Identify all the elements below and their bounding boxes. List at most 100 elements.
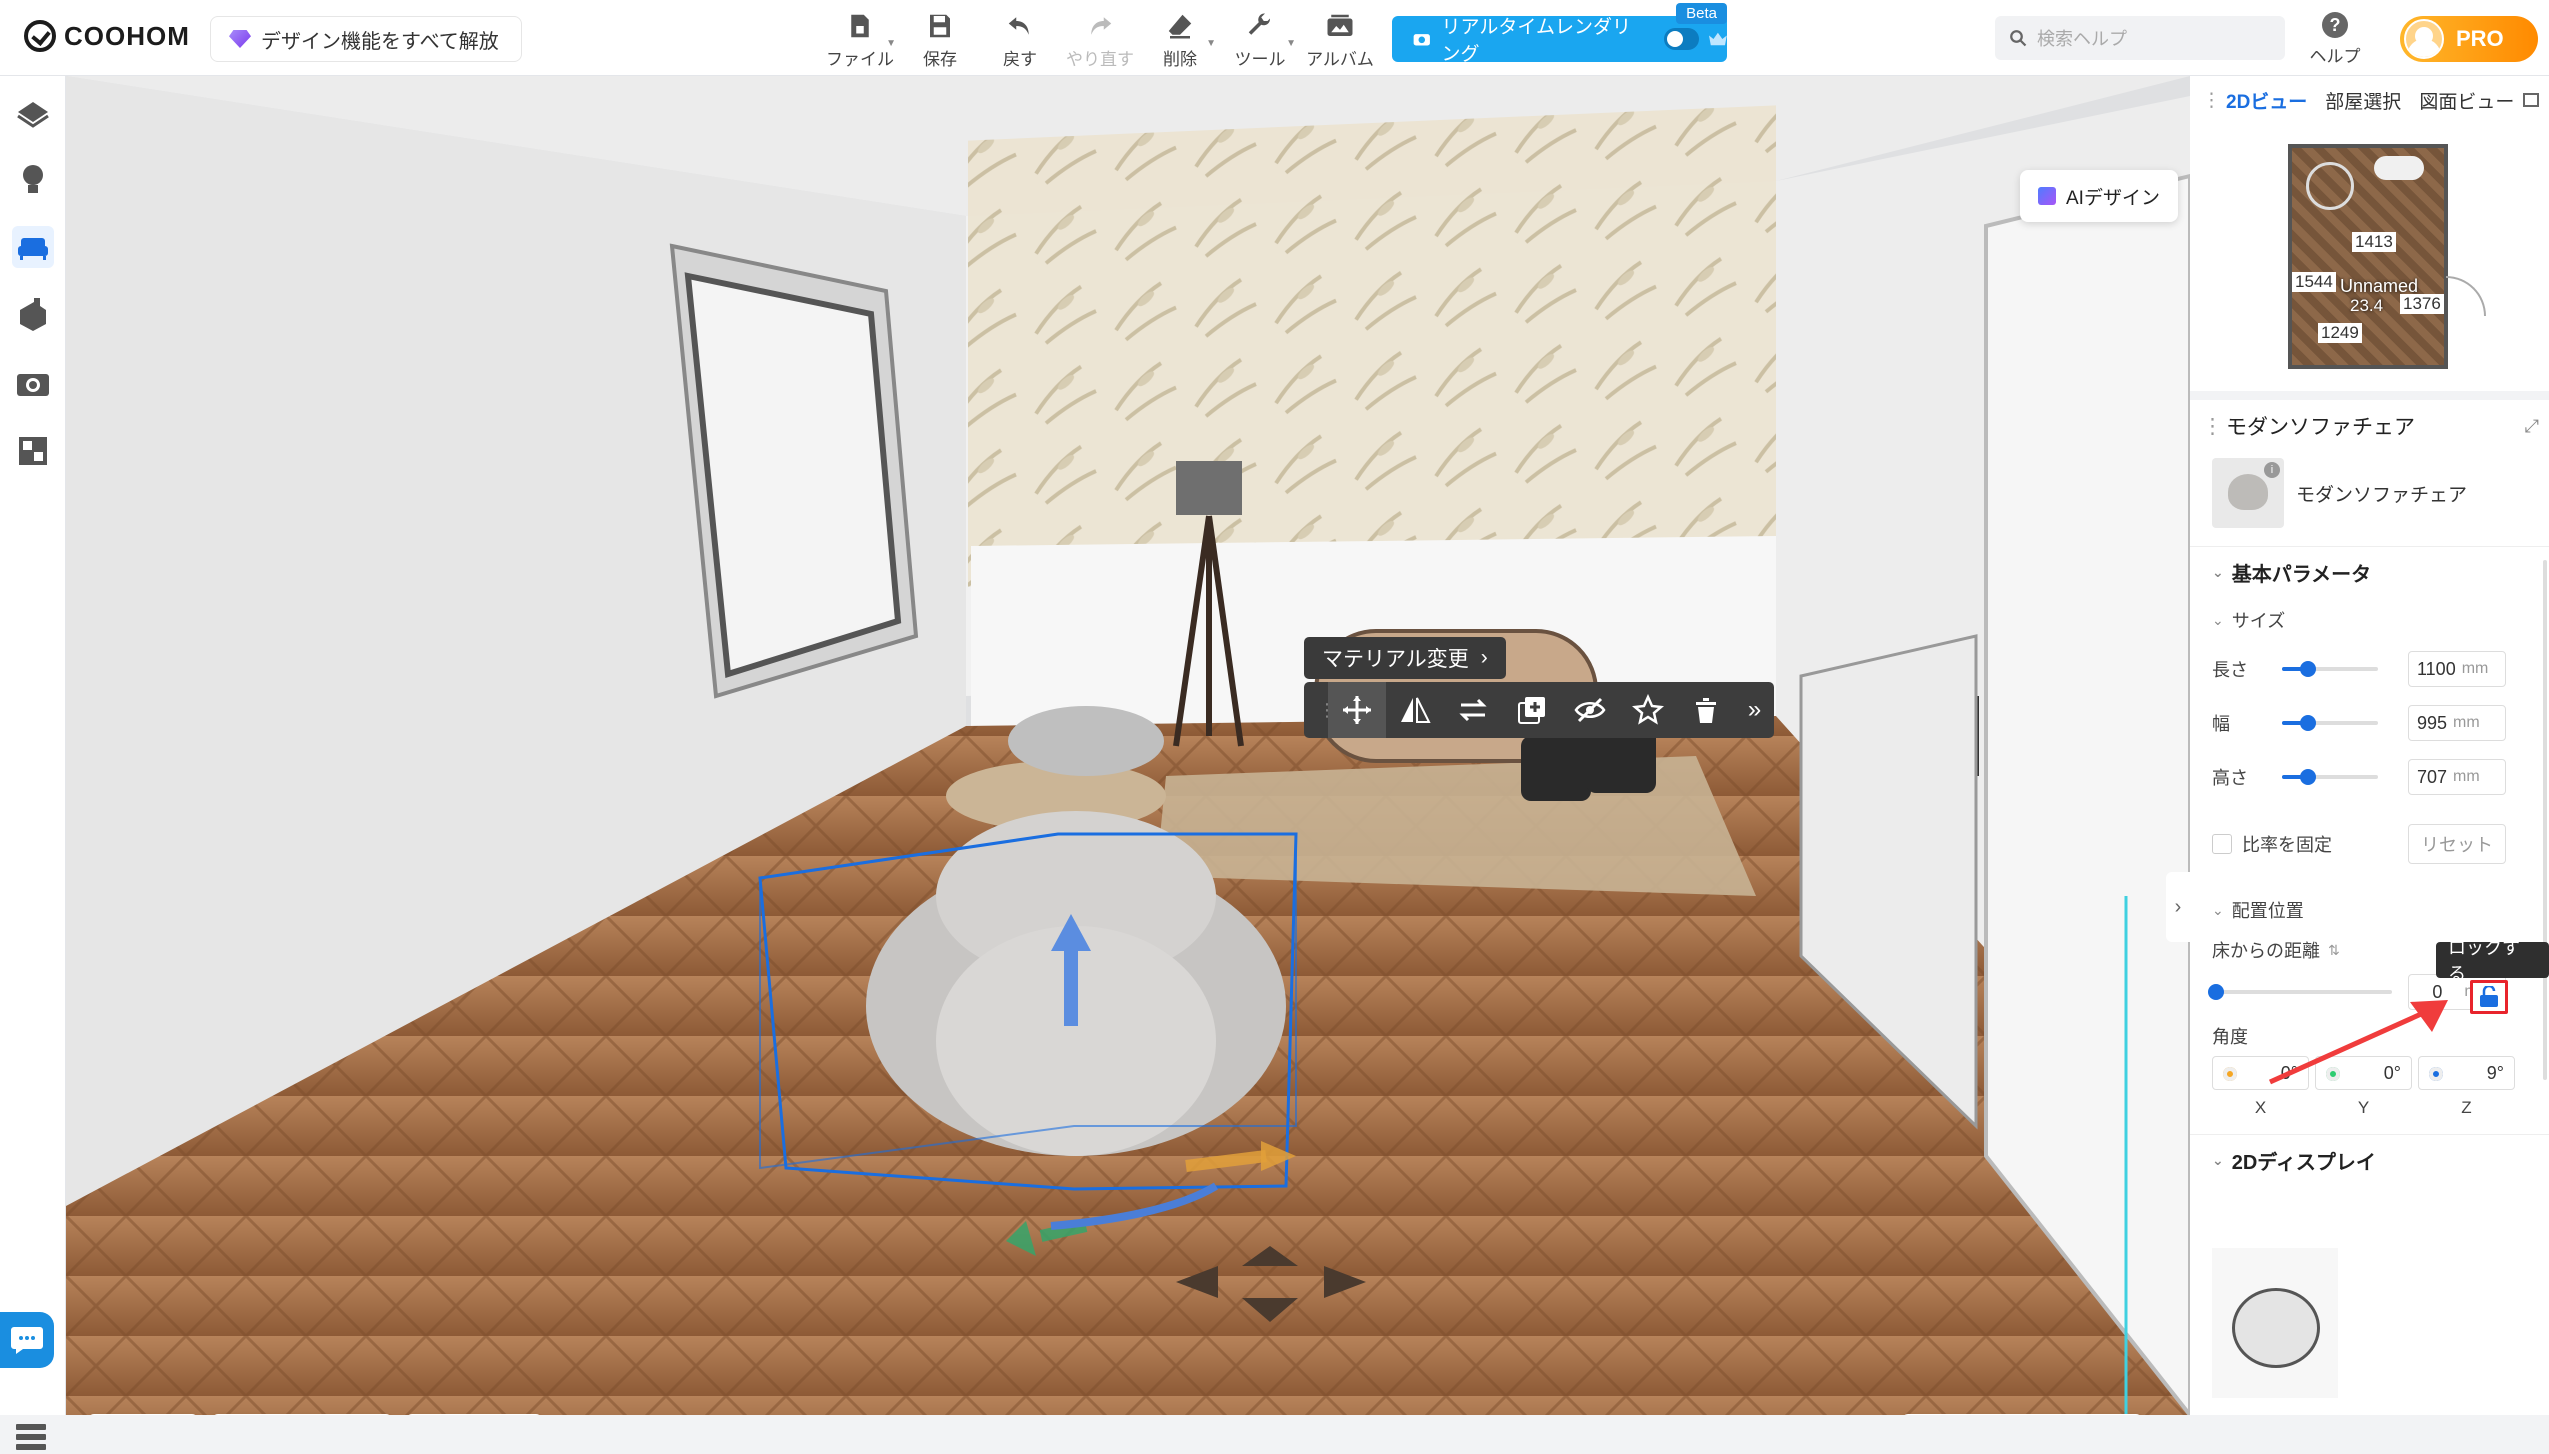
save-button[interactable]: 保存 <box>900 8 980 70</box>
replace-button[interactable] <box>1444 682 1502 738</box>
chevron-down-icon: ⌄ <box>2212 1152 2224 1168</box>
more-tools-button[interactable]: » <box>1735 682 1774 738</box>
lock-tooltip-label: ロックする <box>2448 938 2520 984</box>
length-unit: mm <box>2461 660 2489 677</box>
diamond-icon <box>229 30 251 48</box>
file-icon <box>851 14 869 38</box>
display-2d-section[interactable]: ⌄ 2Dディスプレイ <box>2190 1134 2549 1186</box>
hide-button[interactable] <box>1561 682 1619 738</box>
chat-support-button[interactable] <box>0 1312 54 1368</box>
tab-drawing-view[interactable]: 図面ビュー <box>2419 87 2514 114</box>
avatar <box>2404 19 2444 59</box>
info-icon[interactable]: i <box>2264 462 2280 478</box>
length-input[interactable]: 1100 mm <box>2408 651 2506 687</box>
tools-menu-button[interactable]: ツール ▼ <box>1220 8 1300 70</box>
redo-button[interactable]: やり直す <box>1060 8 1140 70</box>
realtime-rendering-button[interactable]: リアルタイムレンダリング Beta <box>1392 3 1727 65</box>
move-button[interactable] <box>1328 682 1387 738</box>
help-button[interactable]: ? ヘルプ <box>2300 12 2370 67</box>
delete-menu-button[interactable]: 削除 ▼ <box>1140 8 1220 70</box>
length-param: 長さ 1100 mm <box>2190 642 2549 696</box>
tab-room-select[interactable]: 部屋選択 <box>2325 87 2401 114</box>
sidebar-item-materials[interactable] <box>12 294 54 336</box>
chevron-down-icon: ▼ <box>886 38 896 49</box>
realtime-rendering-toggle[interactable] <box>1663 28 1700 50</box>
width-slider[interactable] <box>2282 715 2378 731</box>
pip-icon[interactable] <box>2523 93 2539 107</box>
width-input[interactable]: 995 mm <box>2408 705 2506 741</box>
annotation-arrow <box>2268 1000 2448 1085</box>
ai-design-button[interactable]: AIデザイン <box>2020 170 2178 222</box>
room-dim-top: 1413 <box>2352 232 2396 252</box>
duplicate-button[interactable] <box>1503 682 1561 738</box>
unlock-icon <box>2480 986 2498 1007</box>
right-panel-collapse-button[interactable]: › <box>2166 872 2190 942</box>
file-menu-button[interactable]: ファイル ▼ <box>820 8 900 70</box>
delete-object-button[interactable] <box>1677 682 1735 738</box>
undo-button[interactable]: 戻す <box>980 8 1060 70</box>
minimap-door-swing <box>2446 276 2486 316</box>
sidebar-item-render[interactable] <box>12 362 54 404</box>
coohom-logo-icon <box>24 20 56 52</box>
product-thumbnail[interactable]: i <box>2212 458 2284 528</box>
basic-params-label: 基本パラメータ <box>2231 564 2372 586</box>
width-value: 995 <box>2417 712 2448 733</box>
drag-handle-icon[interactable]: ⋮ <box>1318 700 1336 721</box>
axis-y-label: Y <box>2357 1098 2370 1117</box>
material-change-popup[interactable]: マテリアル変更 › <box>1304 637 1506 679</box>
ai-sparkle-icon <box>2038 187 2056 205</box>
sofa-icon <box>18 238 48 260</box>
sidebar-item-floorplan[interactable] <box>12 430 54 472</box>
right-panel: ⋮ 2Dビュー 部屋選択 図面ビュー 1413 1544 Unnamed 23.… <box>2190 76 2549 1415</box>
sidebar-item-structure[interactable] <box>12 90 54 132</box>
size-section[interactable]: ⌄ サイズ <box>2190 598 2549 642</box>
album-button[interactable]: アルバム <box>1300 8 1380 70</box>
mirror-button[interactable] <box>1386 682 1444 738</box>
size-label: サイズ <box>2231 611 2286 631</box>
basic-params-section[interactable]: ⌄ 基本パラメータ <box>2190 546 2549 598</box>
lock-ratio-checkbox[interactable] <box>2212 834 2232 854</box>
trash-icon <box>1696 698 1717 723</box>
display-2d-label: 2Dディスプレイ <box>2231 1152 2376 1174</box>
lock-floor-distance-button[interactable] <box>2470 980 2508 1014</box>
width-param: 幅 995 mm <box>2190 696 2549 750</box>
height-slider[interactable] <box>2282 769 2378 785</box>
mirror-icon <box>1401 697 1431 723</box>
drag-handle-icon[interactable]: ⋮ <box>2202 414 2223 439</box>
width-unit: mm <box>2453 714 2480 731</box>
pro-account-button[interactable]: PRO <box>2400 16 2538 62</box>
help-search-input[interactable]: 検索ヘルプ <box>1995 16 2285 60</box>
3d-viewport[interactable]: AIデザイン マテリアル変更 › ⋮ » 1F ▼ 2D ▼ 3D ▼ <box>66 76 2190 1415</box>
chevron-down-icon: ⌄ <box>2212 564 2224 580</box>
sidebar-item-lighting[interactable] <box>12 158 54 200</box>
room-scene <box>66 76 2190 1415</box>
unlock-features-button[interactable]: デザイン機能をすべて解放 <box>210 16 522 62</box>
tab-2d-view[interactable]: 2Dビュー <box>2226 87 2307 114</box>
height-input[interactable]: 707 mm <box>2408 759 2506 795</box>
reset-button[interactable]: リセット <box>2408 824 2506 864</box>
minimap-panel: ⋮ 2Dビュー 部屋選択 図面ビュー 1413 1544 Unnamed 23.… <box>2190 76 2549 391</box>
chevron-down-icon: ▼ <box>1206 38 1216 49</box>
save-label: 保存 <box>923 50 957 69</box>
room-dim-bottom: 1249 <box>2318 323 2362 343</box>
minimap-floorplan[interactable]: 1413 1544 Unnamed 23.4 1376 1249 <box>2288 144 2448 369</box>
lock-ratio-row: 比率を固定 リセット <box>2190 814 2549 874</box>
sidebar-item-furniture[interactable] <box>12 226 54 268</box>
width-label: 幅 <box>2212 714 2230 734</box>
floor-distance-label: 床からの距離 <box>2212 941 2320 961</box>
scrollbar[interactable] <box>2543 560 2547 1080</box>
save-icon <box>930 14 950 38</box>
brand-logo[interactable]: COOHOM <box>24 20 190 52</box>
unlock-features-label: デザイン機能をすべて解放 <box>261 30 499 53</box>
move-icon <box>1343 696 1372 724</box>
pro-label: PRO <box>2456 26 2504 51</box>
placement-section[interactable]: ⌄ 配置位置 <box>2190 888 2549 932</box>
list-panel-icon[interactable] <box>14 1420 48 1454</box>
lock-tooltip: ロックする <box>2436 938 2549 984</box>
display-2d-thumbnail[interactable] <box>2212 1248 2338 1398</box>
expand-icon[interactable]: ⤢ <box>2525 416 2539 437</box>
length-slider[interactable] <box>2282 661 2378 677</box>
drag-handle-icon[interactable]: ⋮ <box>2202 89 2221 112</box>
favorite-button[interactable] <box>1619 682 1677 738</box>
lock-ratio-label: 比率を固定 <box>2242 835 2332 855</box>
